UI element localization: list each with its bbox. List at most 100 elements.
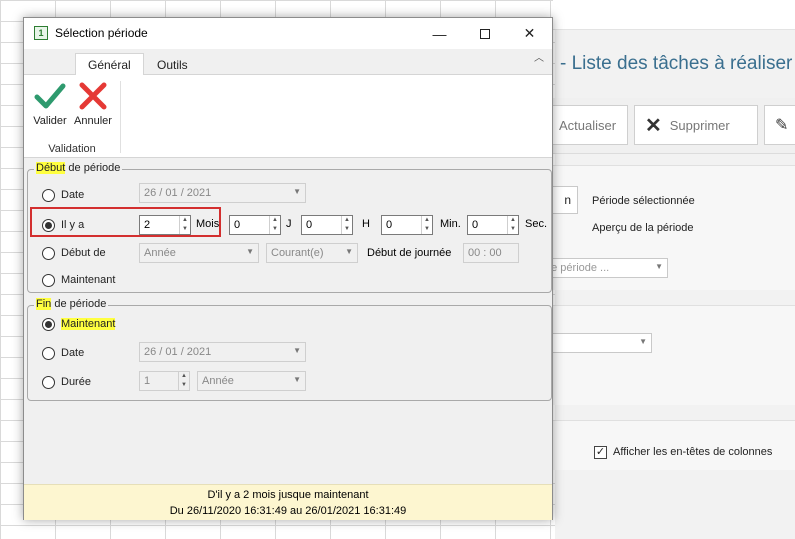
period-end-title-rest: de période	[51, 298, 107, 310]
start-date-option[interactable]: Date	[42, 186, 84, 204]
chevron-down-icon: ▼	[293, 187, 301, 196]
end-duration-option[interactable]: Durée	[42, 373, 91, 391]
period-end-title: Fin de période	[34, 298, 109, 310]
start-now-option[interactable]: Maintenant	[42, 271, 115, 289]
period-summary-bar: D'il y a 2 mois jusque maintenant Du 26/…	[24, 484, 552, 520]
stepper-arrows-icon[interactable]: ▲ ▼	[421, 216, 432, 234]
start-of-unit-select[interactable]: Année ▼	[139, 243, 259, 263]
duration-unit-value: Année	[202, 375, 234, 387]
end-duration-radio[interactable]	[42, 375, 55, 389]
maximize-icon	[479, 28, 490, 39]
checkmark-icon	[34, 83, 66, 109]
duration-value: 1	[144, 375, 151, 387]
background-panel-2	[553, 305, 795, 405]
edit-icon: ✎	[775, 117, 789, 134]
ribbon-group-label: Validation	[48, 143, 96, 155]
period-button-label: n	[564, 193, 571, 207]
period-end-group: Fin de période Maintenant Date 26 / 01 /…	[27, 298, 552, 401]
day-start-time-field[interactable]: 00 : 00	[463, 243, 519, 263]
end-date-option[interactable]: Date	[42, 344, 84, 362]
maximize-button[interactable]	[462, 18, 507, 49]
seconds-stepper[interactable]: 0 ▲ ▼	[467, 215, 519, 235]
end-duration-label: Durée	[61, 376, 91, 388]
delete-label: Supprimer	[669, 117, 730, 133]
stepper-arrows-icon[interactable]: ▲ ▼	[507, 216, 518, 234]
stepper-arrows-icon[interactable]: ▲ ▼	[178, 372, 189, 390]
close-icon: ✕	[523, 25, 536, 41]
days-value: 0	[234, 219, 241, 231]
ribbon-panel: Valider Annuler Validation	[24, 75, 552, 158]
delete-button[interactable]: ✕ Supprimer	[634, 105, 758, 145]
end-now-option[interactable]: Maintenant	[42, 315, 116, 333]
period-summary-line1: D'il y a 2 mois jusque maintenant	[207, 489, 369, 501]
stepper-arrows-icon[interactable]: ▲ ▼	[341, 216, 352, 234]
collapse-ribbon-icon[interactable]: ︿	[534, 54, 544, 64]
cancel-button[interactable]: Annuler	[73, 79, 113, 131]
refresh-button[interactable]: Actualiser	[548, 105, 628, 145]
validate-button[interactable]: Valider	[30, 79, 70, 131]
period-summary-line2: Du 26/11/2020 16:31:49 au 26/01/2021 16:…	[169, 505, 407, 517]
period-select-value: ne période ...	[545, 262, 610, 274]
chevron-down-icon: ▼	[655, 262, 663, 271]
day-start-time-value: 00 : 00	[468, 247, 502, 259]
end-date-label: Date	[61, 347, 85, 359]
minimize-button[interactable]: —	[417, 18, 462, 49]
background-page-title: - Liste des tâches à réaliser	[560, 53, 793, 74]
cross-icon	[79, 82, 107, 110]
minutes-unit: Min.	[440, 218, 461, 230]
end-date-radio[interactable]	[42, 346, 55, 360]
start-now-label: Maintenant	[61, 274, 116, 286]
chevron-down-icon: ▼	[639, 337, 647, 346]
background-panel-3	[553, 420, 795, 470]
tab-tools[interactable]: Outils	[145, 53, 200, 76]
period-start-title-highlight: Début	[36, 162, 66, 174]
period-end-title-highlight: Fin	[36, 298, 52, 310]
show-headers-label: Afficher les en-têtes de colonnes	[613, 446, 773, 458]
start-date-value: 26 / 01 / 2021	[144, 187, 212, 199]
period-start-title-rest: de période	[65, 162, 121, 174]
end-now-radio[interactable]	[42, 317, 55, 331]
minutes-stepper[interactable]: 0 ▲ ▼	[381, 215, 433, 235]
seconds-unit: Sec.	[525, 218, 548, 230]
start-of-unit-value: Année	[144, 247, 176, 259]
end-now-label: Maintenant	[61, 318, 116, 330]
chevron-down-icon: ▼	[246, 247, 254, 256]
show-headers-checkbox[interactable]: ✓	[594, 446, 607, 459]
start-of-option[interactable]: Début de	[42, 244, 106, 262]
period-select[interactable]: ne période ... ▼	[540, 258, 668, 278]
start-of-radio[interactable]	[42, 246, 55, 260]
start-date-radio[interactable]	[42, 188, 55, 202]
close-button[interactable]: ✕	[507, 18, 552, 49]
dialog-title: Sélection période	[55, 26, 148, 40]
edit-button[interactable]: ✎	[764, 105, 795, 145]
dialog-titlebar: 1 Sélection période — ✕	[24, 18, 552, 49]
start-now-radio[interactable]	[42, 273, 55, 287]
duration-unit-select[interactable]: Année ▼	[197, 371, 306, 391]
chevron-down-icon: ▼	[293, 346, 301, 355]
duration-stepper[interactable]: 1 ▲ ▼	[139, 371, 190, 391]
end-date-value: 26 / 01 / 2021	[144, 346, 212, 358]
background-select-2[interactable]: ▼	[540, 333, 652, 353]
validate-label: Valider	[33, 115, 67, 127]
days-stepper[interactable]: 0 ▲ ▼	[229, 215, 281, 235]
start-of-label: Début de	[61, 247, 106, 259]
stepper-arrows-icon[interactable]: ▲ ▼	[269, 216, 280, 234]
minutes-value: 0	[386, 219, 393, 231]
day-start-label: Début de journée	[367, 247, 452, 259]
delete-icon: ✕	[645, 114, 662, 137]
ribbon-group-separator	[120, 81, 121, 153]
hours-stepper[interactable]: 0 ▲ ▼	[301, 215, 353, 235]
start-date-label: Date	[61, 189, 85, 201]
tab-general[interactable]: Général	[75, 53, 144, 76]
end-date-field[interactable]: 26 / 01 / 2021 ▼	[139, 342, 306, 362]
ribbon-tabs: Général Outils	[24, 49, 552, 76]
refresh-label: Actualiser	[559, 117, 617, 133]
start-of-which-value: Courant(e)	[271, 247, 324, 259]
seconds-value: 0	[472, 219, 479, 231]
chevron-down-icon: ▼	[345, 247, 353, 256]
chevron-down-icon: ▼	[293, 375, 301, 384]
selected-period-label: Période sélectionnée	[592, 195, 695, 207]
period-selection-dialog: 1 Sélection période — ✕ Général Outils ︿…	[23, 17, 553, 520]
start-of-which-select[interactable]: Courant(e) ▼	[266, 243, 358, 263]
start-date-field[interactable]: 26 / 01 / 2021 ▼	[139, 183, 306, 203]
